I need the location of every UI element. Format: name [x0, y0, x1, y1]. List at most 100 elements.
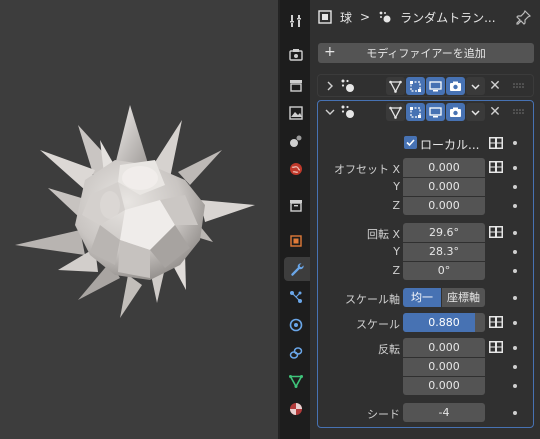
- local-checkbox[interactable]: [404, 136, 417, 149]
- rotation-label: 回転: [366, 228, 389, 241]
- flip-b-row: 0.000: [310, 357, 540, 377]
- add-modifier-label: モディファイアーを追加: [366, 47, 486, 60]
- edit-mode-icon: [389, 80, 402, 93]
- physics-tab[interactable]: [284, 313, 308, 337]
- render-toggle[interactable]: [446, 77, 465, 95]
- extra-dropdown[interactable]: [466, 77, 485, 95]
- extra-dropdown[interactable]: [466, 103, 485, 121]
- particles-icon: [290, 291, 302, 303]
- camera-icon: [450, 107, 461, 117]
- world-tab[interactable]: [284, 157, 308, 181]
- chevron-down-icon[interactable]: [324, 105, 336, 119]
- monitor-icon: [429, 80, 442, 91]
- plus-icon: +: [324, 44, 336, 60]
- delete-modifier-icon[interactable]: ✕: [488, 78, 502, 94]
- keyframe-dot-icon[interactable]: [513, 365, 517, 369]
- animate-property-icon[interactable]: [488, 224, 504, 240]
- output-tab[interactable]: [284, 73, 308, 97]
- keyframe-dot-icon[interactable]: [513, 185, 517, 189]
- keyframe-dot-icon[interactable]: [513, 411, 517, 415]
- offset-z-field[interactable]: 0.000: [403, 196, 485, 215]
- checkmark-icon: [406, 139, 415, 147]
- cage-toggle[interactable]: [406, 77, 425, 95]
- 3d-viewport[interactable]: [0, 0, 278, 439]
- modifier-header[interactable]: ✕: [318, 75, 533, 98]
- chevron-right-icon[interactable]: [324, 79, 336, 93]
- keyframe-dot-icon[interactable]: [513, 346, 517, 350]
- seed-field[interactable]: -4: [403, 403, 485, 422]
- cage-toggle[interactable]: [406, 103, 425, 121]
- flip-b-field[interactable]: 0.000: [403, 357, 485, 376]
- viewport-display-toggle[interactable]: [426, 77, 445, 95]
- rotation-y-label: Y: [393, 245, 400, 258]
- keyframe-dot-icon[interactable]: [513, 204, 517, 208]
- animate-property-icon[interactable]: [488, 314, 504, 330]
- scale-row: スケール 0.880: [310, 313, 540, 333]
- object-tab[interactable]: [284, 229, 308, 253]
- cage-icon: [410, 80, 421, 92]
- animate-property-icon[interactable]: [488, 135, 504, 151]
- view-layer-tab[interactable]: [284, 101, 308, 125]
- tool-tab[interactable]: [284, 9, 308, 33]
- offset-y-field[interactable]: 0.000: [403, 177, 485, 196]
- monitor-icon: [429, 106, 442, 117]
- field-divider: [403, 376, 485, 377]
- keyframe-dot-icon[interactable]: [513, 141, 517, 145]
- scene-tab[interactable]: [284, 129, 308, 153]
- flip-c-field[interactable]: 0.000: [403, 376, 485, 395]
- scale-axis-label: スケール軸: [345, 293, 400, 306]
- keyframe-dot-icon[interactable]: [513, 231, 517, 235]
- offset-x-label: オフセット X: [334, 161, 400, 177]
- viewport-display-toggle[interactable]: [426, 103, 445, 121]
- keyframe-dot-icon[interactable]: [513, 296, 517, 300]
- pin-icon[interactable]: [516, 9, 532, 25]
- field-divider: [403, 242, 485, 243]
- local-label: ローカル...: [420, 138, 480, 152]
- collection-tab[interactable]: [284, 193, 308, 217]
- offset-y-label: Y: [393, 180, 400, 193]
- edit-mode-toggle[interactable]: [386, 77, 405, 95]
- modifier-tab[interactable]: [284, 257, 310, 281]
- rotation-y-field[interactable]: 28.3°: [403, 242, 485, 261]
- constraints-tab[interactable]: [284, 341, 308, 365]
- local-row: ローカル...: [310, 133, 540, 153]
- data-tab[interactable]: [284, 369, 308, 393]
- rotation-z-label: Z: [392, 264, 400, 277]
- breadcrumb-modifier: ランダムトラン...: [400, 10, 496, 25]
- delete-modifier-icon[interactable]: ✕: [488, 104, 502, 120]
- drag-handle-icon[interactable]: [513, 109, 525, 115]
- particles-tab[interactable]: [284, 285, 308, 309]
- keyframe-dot-icon[interactable]: [513, 250, 517, 254]
- modifier-panel-collapsed: ✕: [317, 74, 534, 97]
- material-icon: [290, 403, 302, 415]
- drag-handle-icon[interactable]: [513, 83, 525, 89]
- scale-axis-uniform-button[interactable]: 均一: [403, 288, 441, 307]
- flip-a-field[interactable]: 0.000: [403, 338, 485, 357]
- animate-property-icon[interactable]: [488, 159, 504, 175]
- keyframe-dot-icon[interactable]: [513, 321, 517, 325]
- scale-label: スケール: [356, 318, 400, 331]
- scale-slider[interactable]: 0.880: [403, 313, 485, 332]
- render-tab[interactable]: [284, 43, 308, 67]
- keyframe-dot-icon[interactable]: [513, 166, 517, 170]
- offset-x-field[interactable]: 0.000: [403, 158, 485, 177]
- field-divider: [403, 196, 485, 197]
- render-toggle[interactable]: [446, 103, 465, 121]
- rotation-z-field[interactable]: 0°: [403, 261, 485, 280]
- edit-mode-toggle[interactable]: [386, 103, 405, 121]
- chevron-down-icon: [471, 109, 480, 116]
- flip-c-row: 0.000: [310, 376, 540, 396]
- animate-property-icon[interactable]: [488, 339, 504, 355]
- keyframe-dot-icon[interactable]: [513, 384, 517, 388]
- add-modifier-button[interactable]: + モディファイアーを追加: [318, 43, 534, 63]
- offset-y-row: Y 0.000: [310, 177, 540, 197]
- spiky-sphere-mesh: [15, 105, 255, 318]
- modifier-header[interactable]: ✕: [318, 101, 533, 124]
- random-transform-icon: [379, 11, 391, 23]
- scale-axis-coords-button[interactable]: 座標軸: [442, 288, 485, 307]
- output-icon: [290, 80, 302, 92]
- rotation-x-row: 回転 X 29.6°: [310, 223, 540, 243]
- rotation-x-field[interactable]: 29.6°: [403, 223, 485, 242]
- keyframe-dot-icon[interactable]: [513, 269, 517, 273]
- material-tab[interactable]: [284, 397, 308, 421]
